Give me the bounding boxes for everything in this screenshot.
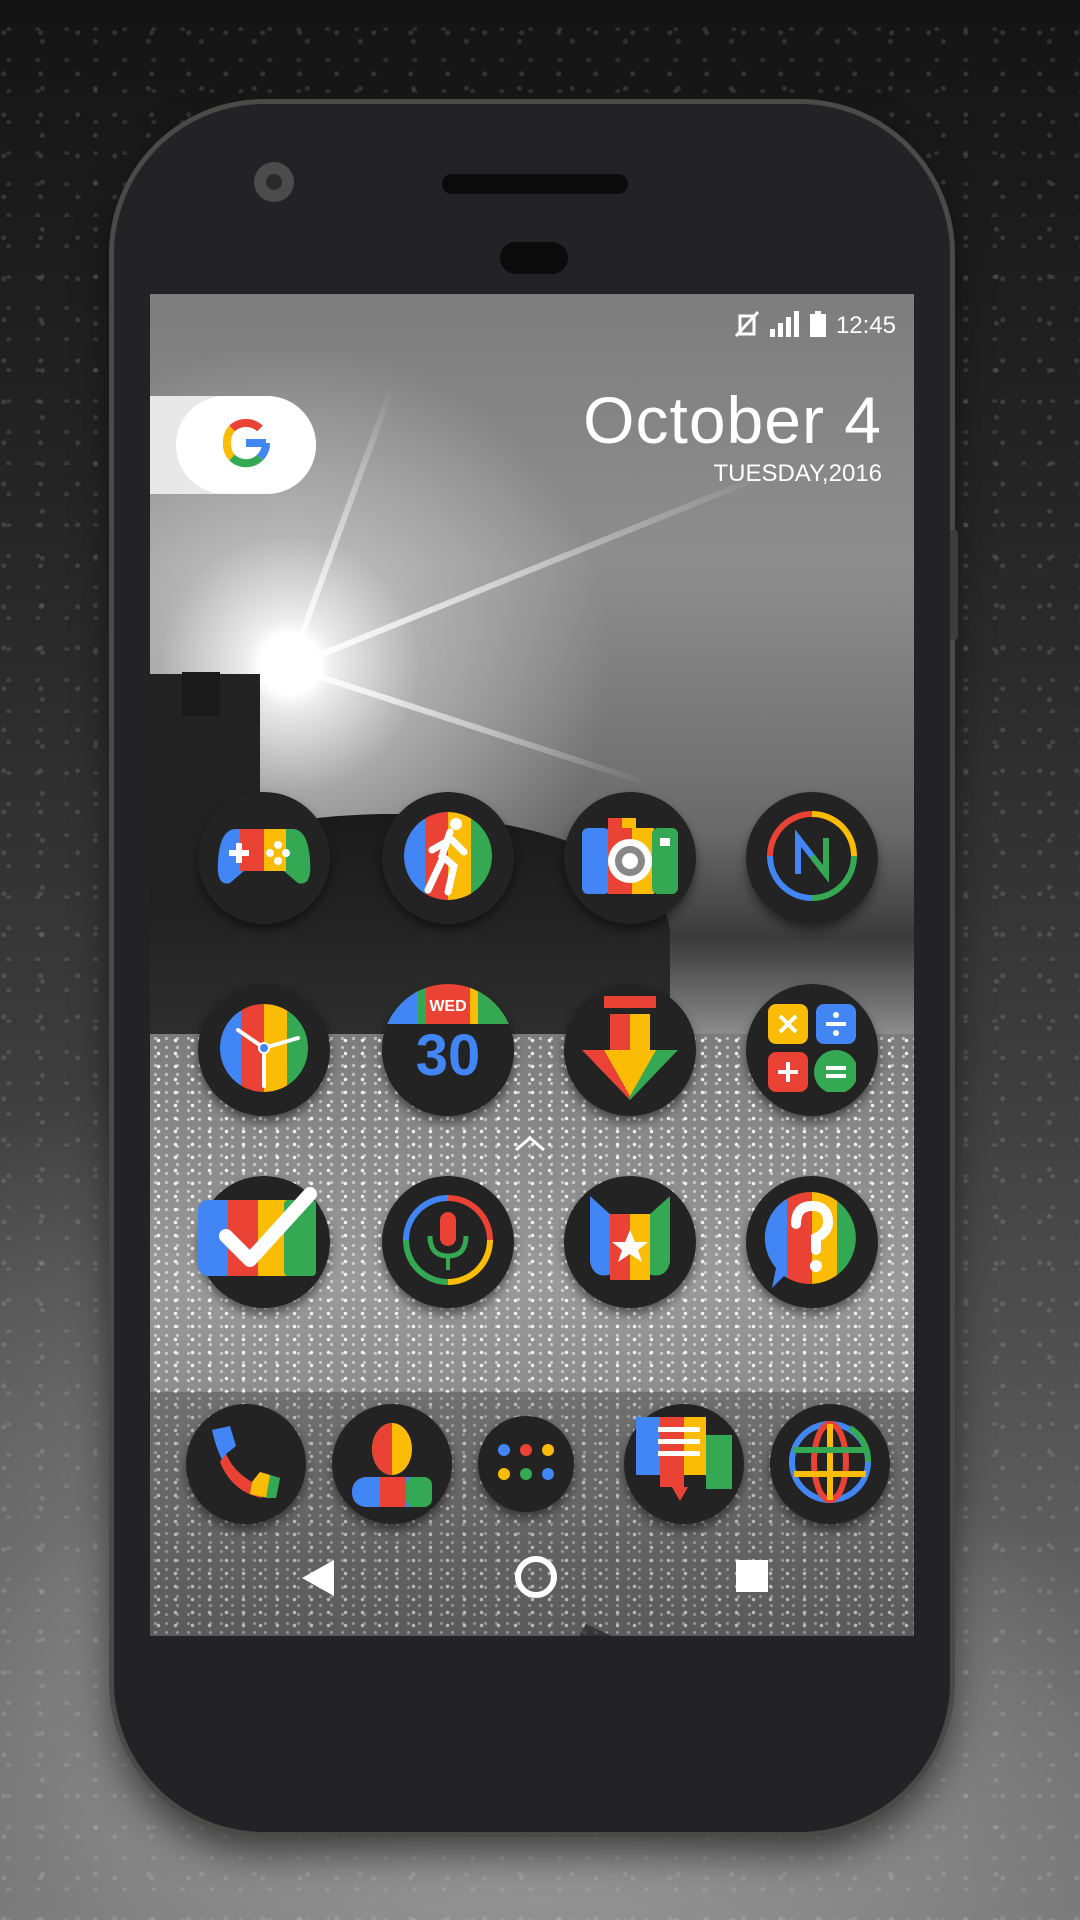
- bookmark-app[interactable]: [564, 1176, 696, 1308]
- tasks-app[interactable]: [198, 1176, 330, 1308]
- contacts-icon: [352, 1417, 432, 1511]
- help-app[interactable]: [746, 1176, 878, 1308]
- sun-ray: [288, 469, 774, 670]
- download-arrow-icon: [582, 996, 678, 1104]
- back-icon[interactable]: [302, 1560, 336, 1600]
- camera-icon: [582, 818, 678, 898]
- phone-screen: 12:45 October 4 TUESDAY,2016 WED 30: [150, 294, 914, 1636]
- proximity-sensor: [500, 242, 568, 274]
- battery-icon: [809, 311, 826, 341]
- news-app[interactable]: [746, 792, 878, 924]
- camera-app[interactable]: [564, 792, 696, 924]
- calendar-icon: WED 30: [382, 984, 514, 1116]
- browser-app[interactable]: [770, 1404, 890, 1524]
- contacts-app[interactable]: [332, 1404, 452, 1524]
- clock-icon: [218, 1002, 310, 1098]
- messages-icon: [636, 1417, 732, 1511]
- tasks-check-icon: [198, 1174, 330, 1310]
- game-controller-icon: [216, 821, 312, 895]
- signal-icon: [769, 311, 800, 341]
- messages-app[interactable]: [624, 1404, 744, 1524]
- google-search-widget[interactable]: [150, 396, 316, 494]
- app-drawer-icon: [496, 1442, 556, 1486]
- news-n-icon: [764, 808, 860, 908]
- help-question-icon: [762, 1188, 862, 1296]
- voice-app[interactable]: [382, 1176, 514, 1308]
- clock-app[interactable]: [198, 984, 330, 1116]
- status-time: 12:45: [835, 312, 896, 339]
- app-drawer-button[interactable]: [478, 1416, 574, 1512]
- calendar-date-label: 30: [415, 1023, 481, 1088]
- google-g-icon: [218, 415, 274, 475]
- vibrate-off-icon: [734, 310, 760, 342]
- weekday-year-text: TUESDAY,2016: [713, 460, 882, 487]
- date-widget[interactable]: October 4 TUESDAY,2016: [583, 382, 882, 488]
- phone-icon: [206, 1422, 286, 1506]
- star-bookmark-icon: [582, 1192, 678, 1292]
- status-bar: 12:45: [734, 306, 896, 346]
- front-camera: [254, 162, 294, 202]
- earpiece-speaker: [442, 174, 628, 194]
- recents-icon[interactable]: [736, 1560, 768, 1596]
- home-icon[interactable]: [514, 1555, 558, 1603]
- browser-globe-icon: [788, 1420, 872, 1508]
- app-drawer-caret-icon[interactable]: [512, 1132, 548, 1158]
- voice-mic-icon: [400, 1192, 496, 1292]
- date-text: October 4: [583, 383, 882, 457]
- calendar-app[interactable]: WED 30: [382, 984, 514, 1116]
- sun-ray: [289, 664, 653, 788]
- game-controller-app[interactable]: [198, 792, 330, 924]
- google-search-pill[interactable]: [176, 396, 316, 494]
- power-button: [950, 530, 958, 640]
- phone-app[interactable]: [186, 1404, 306, 1524]
- dock: [150, 1392, 914, 1636]
- fitness-app[interactable]: [382, 792, 514, 924]
- fitness-runner-icon: [402, 810, 494, 906]
- wallpaper-chimney: [182, 672, 220, 716]
- downloader-app[interactable]: [564, 984, 696, 1116]
- calculator-icon: [768, 1004, 858, 1096]
- calendar-day-label: WED: [429, 998, 467, 1015]
- calculator-app[interactable]: [746, 984, 878, 1116]
